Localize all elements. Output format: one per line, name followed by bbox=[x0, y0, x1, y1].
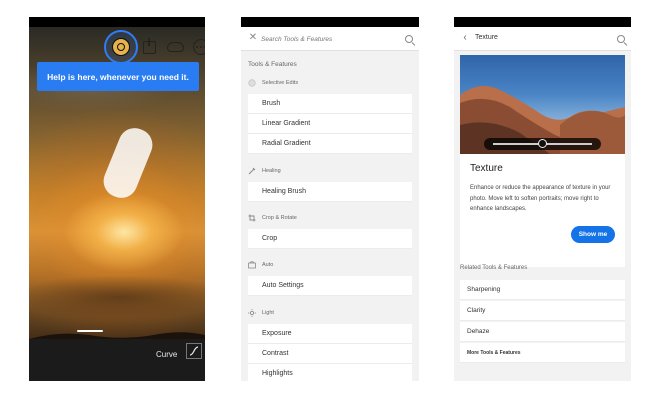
category-label: Selective Edits bbox=[262, 80, 299, 86]
tool-item-auto-settings[interactable]: Auto Settings bbox=[248, 276, 412, 296]
category-label: Healing bbox=[262, 168, 281, 174]
search-icon[interactable] bbox=[617, 35, 625, 43]
section-heading: Tools & Features bbox=[248, 61, 297, 68]
tool-item-highlights[interactable]: Highlights bbox=[248, 364, 412, 381]
tool-item-brush[interactable]: Brush bbox=[248, 94, 412, 114]
status-bar bbox=[454, 17, 631, 27]
tool-item-linear-gradient[interactable]: Linear Gradient bbox=[248, 114, 412, 134]
close-icon[interactable]: ✕ bbox=[247, 31, 259, 45]
related-item-sharpening[interactable]: Sharpening bbox=[460, 280, 625, 300]
detail-header: ‹ Texture bbox=[454, 27, 631, 51]
search-bar: ✕ bbox=[241, 27, 419, 51]
category-label: Light bbox=[262, 310, 274, 316]
search-input[interactable] bbox=[261, 32, 391, 46]
phone-search-screen: ✕ Tools & Features Selective Edits Brush… bbox=[241, 17, 419, 381]
texture-preview-image bbox=[460, 55, 625, 154]
feature-card: Texture Enhance or reduce the appearance… bbox=[460, 55, 625, 267]
tool-item-contrast[interactable]: Contrast bbox=[248, 344, 412, 364]
category-label: Auto bbox=[262, 262, 274, 268]
category-label: Crop & Rotate bbox=[262, 215, 297, 221]
curve-label: Curve bbox=[156, 350, 178, 359]
cloud-sync-icon[interactable] bbox=[167, 42, 184, 52]
home-indicator bbox=[77, 330, 103, 332]
header-title: Texture bbox=[475, 34, 498, 41]
slider-knob[interactable] bbox=[538, 139, 547, 148]
more-icon[interactable] bbox=[193, 39, 205, 55]
auto-icon bbox=[248, 261, 256, 269]
back-icon[interactable]: ‹ bbox=[459, 31, 471, 45]
category-selective-edits: Selective Edits bbox=[248, 77, 298, 89]
curve-icon[interactable] bbox=[186, 343, 202, 359]
search-icon[interactable] bbox=[405, 35, 413, 43]
phone-texture-screen: ‹ Texture Texture Enhance or reduce the … bbox=[454, 17, 631, 381]
healing-icon bbox=[248, 167, 256, 175]
feature-title: Texture bbox=[470, 163, 503, 174]
editor-toolbar bbox=[29, 27, 205, 64]
status-bar bbox=[29, 17, 205, 27]
related-item-clarity[interactable]: Clarity bbox=[460, 301, 625, 321]
tool-item-exposure[interactable]: Exposure bbox=[248, 324, 412, 344]
category-auto: Auto bbox=[248, 259, 273, 271]
help-icon[interactable] bbox=[112, 38, 130, 56]
related-item-dehaze[interactable]: Dehaze bbox=[460, 322, 625, 342]
status-bar bbox=[241, 17, 419, 27]
share-icon[interactable] bbox=[143, 38, 156, 54]
phone-editor-screen: Help is here, whenever you need it. Curv… bbox=[29, 17, 205, 381]
stage: Help is here, whenever you need it. Curv… bbox=[0, 0, 660, 403]
bottom-panel bbox=[29, 339, 205, 381]
tool-item-healing-brush[interactable]: Healing Brush bbox=[248, 182, 412, 202]
selective-edits-icon bbox=[248, 79, 256, 87]
help-tooltip: Help is here, whenever you need it. bbox=[37, 62, 199, 91]
tool-item-crop[interactable]: Crop bbox=[248, 229, 412, 249]
show-me-button[interactable]: Show me bbox=[571, 226, 615, 243]
category-crop-rotate: Crop & Rotate bbox=[248, 212, 297, 224]
light-icon bbox=[248, 309, 256, 317]
tool-item-radial-gradient[interactable]: Radial Gradient bbox=[248, 134, 412, 154]
crop-rotate-icon bbox=[248, 214, 256, 222]
related-heading: Related Tools & Features bbox=[460, 265, 528, 271]
feature-description: Enhance or reduce the appearance of text… bbox=[470, 185, 611, 212]
texture-slider[interactable] bbox=[484, 138, 601, 150]
category-healing: Healing bbox=[248, 165, 281, 177]
more-tools-link[interactable]: More Tools & Features bbox=[460, 343, 625, 363]
category-light: Light bbox=[248, 307, 274, 319]
